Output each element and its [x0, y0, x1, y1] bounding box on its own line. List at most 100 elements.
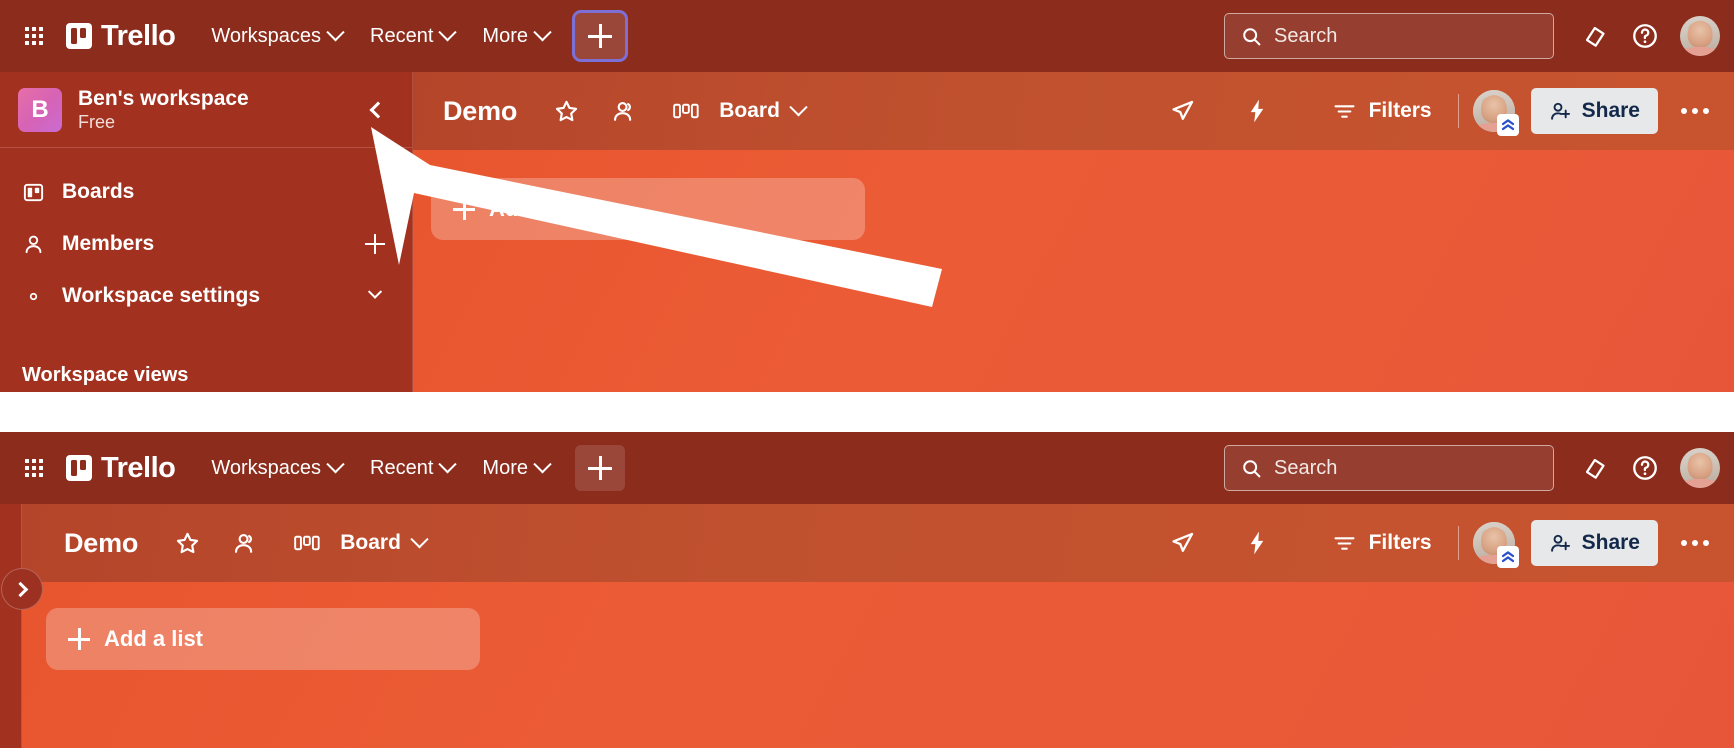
lightning-bolt-icon[interactable]: [1234, 88, 1280, 134]
lightning-bolt-icon[interactable]: [1234, 520, 1280, 566]
add-list-label: Add a list: [104, 626, 204, 651]
board-title[interactable]: Demo: [64, 528, 138, 559]
person-add-icon: [1550, 534, 1570, 552]
board-view-label: Board: [719, 99, 780, 122]
user-avatar[interactable]: [1680, 448, 1720, 488]
sidebar-item-boards[interactable]: Boards: [0, 166, 412, 218]
avatar-face: [1687, 453, 1713, 480]
board-title[interactable]: Demo: [443, 96, 517, 127]
nav-item-recent-label: Recent: [370, 456, 434, 479]
sidebar-expand-button[interactable]: [1, 568, 43, 610]
trello-home-link[interactable]: Trello: [66, 452, 176, 485]
screenshot-stage: Trello Workspaces Recent More Search B B…: [0, 0, 1734, 748]
workspace-visible-icon[interactable]: [222, 520, 268, 566]
sidebar-item-workspace-settings-label: Workspace settings: [62, 284, 261, 307]
filters-button[interactable]: Filters: [1320, 91, 1444, 132]
share-button[interactable]: Share: [1530, 88, 1658, 134]
board-view-selector[interactable]: Board: [709, 91, 815, 131]
nav-item-recent[interactable]: Recent: [356, 449, 468, 488]
board-more-menu-button[interactable]: [1672, 88, 1718, 134]
add-list-label: Add a list: [489, 196, 589, 221]
panel-collapsed-sidebar: Trello Workspaces Recent More Search Dem…: [0, 432, 1734, 748]
filters-button[interactable]: Filters: [1320, 523, 1444, 564]
chevron-down-icon: [438, 454, 458, 473]
chevron-down-icon: [410, 529, 429, 548]
gear-icon: [22, 285, 50, 308]
rocket-paper-plane-icon[interactable]: [1160, 520, 1206, 566]
workspace-avatar: B: [18, 87, 62, 132]
board-view-label: Board: [340, 531, 401, 554]
star-outline-icon[interactable]: [164, 520, 210, 566]
filter-funnel-icon: [1334, 536, 1355, 550]
notification-bell-icon[interactable]: [1572, 13, 1618, 59]
board-columns-icon: [663, 88, 709, 134]
plus-icon: [68, 628, 90, 650]
nav-item-workspaces[interactable]: Workspaces: [197, 17, 356, 56]
share-button[interactable]: Share: [1530, 520, 1658, 566]
sidebar-item-members-label: Members: [62, 232, 155, 255]
header-divider: [1457, 94, 1459, 128]
workspace-plan: Free: [78, 111, 116, 132]
workspace-settings-expand[interactable]: [360, 281, 390, 311]
create-button[interactable]: [571, 10, 628, 62]
ellipsis-horizontal-icon: [1681, 108, 1709, 114]
chevron-right-icon: [12, 581, 29, 597]
notification-bell-icon[interactable]: [1572, 445, 1618, 491]
board-more-menu-button[interactable]: [1672, 520, 1718, 566]
workspace-header[interactable]: B Ben's workspace Free: [0, 72, 412, 148]
help-question-icon[interactable]: [1622, 445, 1668, 491]
sidebar-item-members[interactable]: Members: [0, 218, 412, 270]
top-nav-right-group: Search: [1224, 445, 1734, 491]
add-list-button[interactable]: Add a list: [431, 178, 865, 240]
help-question-icon[interactable]: [1622, 13, 1668, 59]
board-header-right: Filters Share: [1160, 520, 1734, 568]
panel-expanded-sidebar: Trello Workspaces Recent More Search B B…: [0, 0, 1734, 392]
apps-grid-icon[interactable]: [14, 448, 54, 488]
filters-label: Filters: [1368, 531, 1432, 554]
board-member-avatar[interactable]: [1472, 90, 1519, 136]
workspace-sidebar: B Ben's workspace Free Boards Members Wo…: [0, 72, 413, 392]
search-icon: [1243, 459, 1261, 477]
board-header-left: Demo Board: [413, 88, 815, 134]
rocket-paper-plane-icon[interactable]: [1160, 88, 1206, 134]
search-input[interactable]: Search: [1224, 445, 1554, 491]
avatar-face: [1687, 21, 1713, 48]
nav-item-recent[interactable]: Recent: [356, 17, 468, 56]
avatar-body: [1683, 47, 1717, 56]
sidebar-collapse-button[interactable]: [358, 90, 398, 130]
star-outline-icon[interactable]: [543, 88, 589, 134]
premium-upgrade-chevrons-icon: [1496, 546, 1519, 568]
nav-item-workspaces-label: Workspaces: [211, 24, 322, 47]
workspace-visible-icon[interactable]: [601, 88, 647, 134]
workspace-name: Ben's workspace: [78, 86, 249, 110]
board-view-selector[interactable]: Board: [330, 523, 436, 563]
user-avatar[interactable]: [1680, 16, 1720, 56]
chevron-down-icon: [533, 22, 552, 41]
person-add-icon: [1550, 102, 1570, 120]
panel-separator: [0, 392, 1734, 432]
search-input[interactable]: Search: [1224, 13, 1554, 59]
board-canvas: Add a list: [413, 150, 1734, 392]
nav-item-more-label: More: [482, 24, 528, 47]
filter-funnel-icon: [1334, 104, 1355, 118]
add-list-button[interactable]: Add a list: [46, 608, 480, 670]
apps-grid-icon[interactable]: [14, 16, 54, 56]
board-header-bar: Demo Board Filters Share: [22, 504, 1734, 582]
top-nav-right-group: Search: [1224, 13, 1734, 59]
create-button[interactable]: [574, 445, 625, 491]
nav-item-workspaces[interactable]: Workspaces: [197, 449, 356, 488]
sidebar-item-workspace-settings[interactable]: Workspace settings: [0, 270, 412, 322]
trello-wordmark: Trello: [101, 19, 176, 52]
trello-home-link[interactable]: Trello: [66, 19, 176, 53]
nav-item-more[interactable]: More: [468, 449, 563, 488]
chevron-down-icon: [326, 22, 345, 41]
board-member-avatar[interactable]: [1472, 522, 1519, 568]
top-navigation-bar: Trello Workspaces Recent More Search: [0, 0, 1734, 72]
nav-item-more[interactable]: More: [468, 17, 563, 56]
workspace-nav: Boards Members Workspace settings: [0, 148, 412, 322]
chevron-down-icon: [438, 22, 458, 41]
trello-logo-icon: [66, 455, 92, 481]
header-divider: [1457, 526, 1459, 560]
add-member-button[interactable]: [360, 229, 390, 259]
plus-icon: [587, 24, 612, 48]
